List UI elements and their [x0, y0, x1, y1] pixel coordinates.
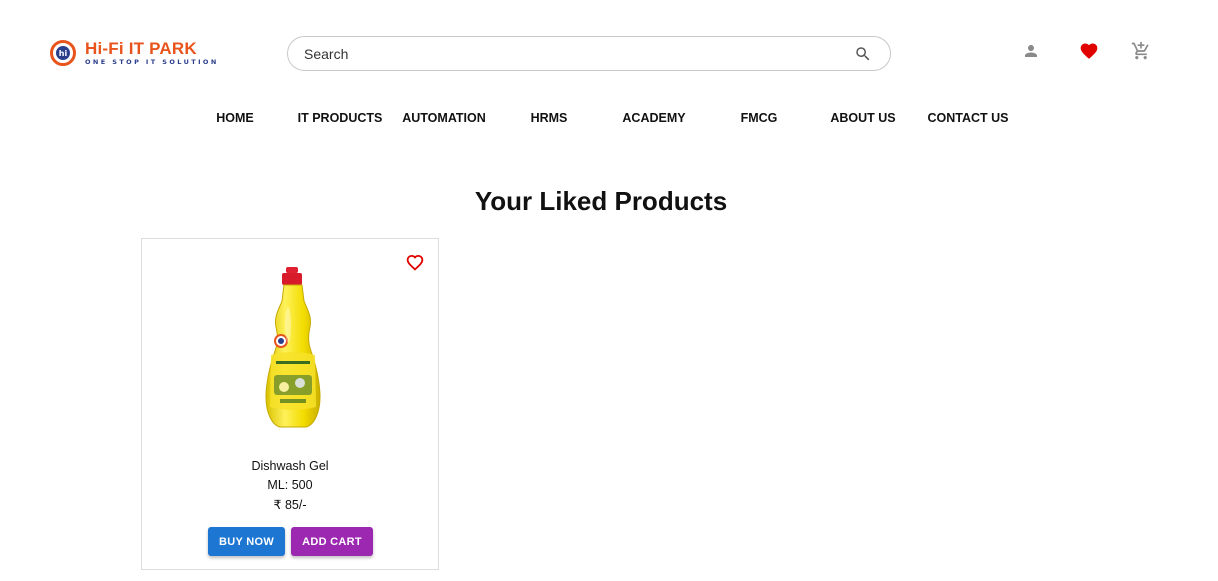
- main-nav: HOME IT PRODUCTS AUTOMATION HRMS ACADEMY…: [0, 111, 1218, 129]
- user-icon: [1025, 45, 1037, 57]
- cart-button[interactable]: [1131, 41, 1151, 61]
- search-input[interactable]: [304, 45, 824, 62]
- search-bar: [287, 36, 891, 71]
- nav-home[interactable]: HOME: [216, 111, 254, 125]
- heart-outline-icon[interactable]: [405, 253, 425, 271]
- brand-tagline: ONE STOP IT SOLUTION: [85, 58, 219, 67]
- nav-it-products[interactable]: IT PRODUCTS: [298, 111, 383, 125]
- logo-text: Hi-Fi IT PARK ONE STOP IT SOLUTION: [85, 40, 219, 66]
- nav-academy[interactable]: ACADEMY: [622, 111, 685, 125]
- product-price: ₹ 85/-: [273, 498, 307, 512]
- account-button[interactable]: [1021, 41, 1041, 61]
- wishlist-button[interactable]: [1079, 41, 1099, 61]
- nav-contact-us[interactable]: CONTACT US: [927, 111, 1008, 125]
- nav-hrms[interactable]: HRMS: [531, 111, 568, 125]
- brand-name: Hi-Fi IT PARK: [85, 39, 197, 59]
- product-image[interactable]: [258, 265, 328, 431]
- logo-badge-mark: hi: [56, 46, 70, 60]
- nav-fmcg[interactable]: FMCG: [741, 111, 778, 125]
- page-title: Your Liked Products: [474, 186, 728, 216]
- product-card[interactable]: Dishwash Gel ML: 500 ₹ 85/- BUY NOW ADD …: [141, 238, 439, 570]
- search-icon[interactable]: [854, 45, 872, 63]
- heart-icon: [1080, 43, 1098, 59]
- product-name[interactable]: Dishwash Gel: [142, 459, 438, 473]
- nav-automation[interactable]: AUTOMATION: [402, 111, 486, 125]
- logo-badge: hi: [50, 40, 76, 66]
- nav-about-us[interactable]: ABOUT US: [830, 111, 895, 125]
- brand-logo[interactable]: hi Hi-Fi IT PARK ONE STOP IT SOLUTION: [50, 40, 219, 66]
- cart-icon: [1131, 41, 1149, 60]
- add-cart-button[interactable]: ADD CART: [291, 527, 373, 556]
- product-quantity: ML: 500: [267, 478, 313, 492]
- buy-now-button[interactable]: BUY NOW: [208, 527, 285, 556]
